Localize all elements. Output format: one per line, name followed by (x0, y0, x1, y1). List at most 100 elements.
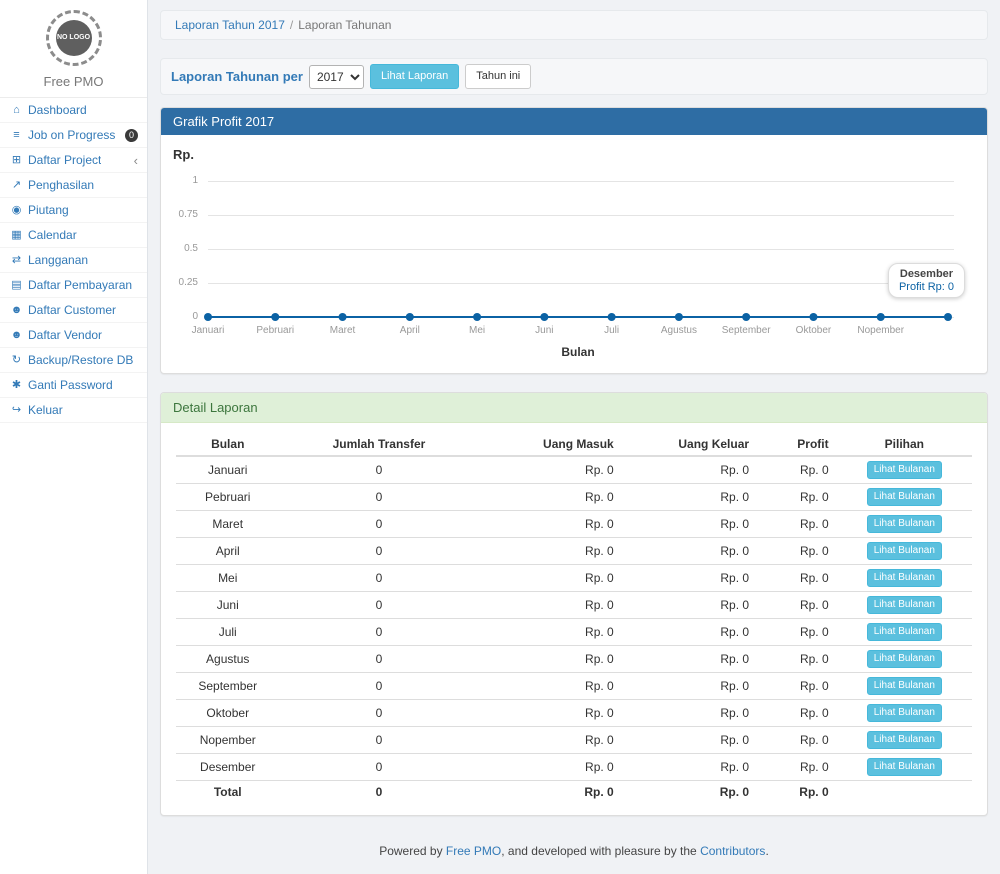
sidebar-item-label: Daftar Pembayaran (28, 277, 132, 293)
cell-bulan: September (176, 673, 279, 700)
table-row: Januari0Rp. 0Rp. 0Rp. 0Lihat Bulanan (176, 456, 972, 484)
sidebar-item-daftar-project[interactable]: ⊞Daftar Project‹ (0, 148, 147, 173)
lihat-bulanan-button[interactable]: Lihat Bulanan (867, 488, 942, 506)
lihat-bulanan-button[interactable]: Lihat Bulanan (867, 650, 942, 668)
sidebar-item-piutang[interactable]: ◉Piutang (0, 198, 147, 223)
cell-uang-masuk: Rp. 0 (478, 700, 621, 727)
tooltip-title: Desember (899, 268, 954, 280)
lihat-laporan-button[interactable]: Lihat Laporan (370, 64, 459, 89)
chevron-left-icon: ‹ (134, 154, 138, 167)
lihat-bulanan-button[interactable]: Lihat Bulanan (867, 677, 942, 695)
breadcrumb-link[interactable]: Laporan Tahun 2017 (175, 18, 285, 32)
x-axis-title: Bulan (208, 345, 948, 359)
footer-link-contributors[interactable]: Contributors (700, 844, 765, 858)
sidebar-item-daftar-vendor[interactable]: ☻Daftar Vendor (0, 323, 147, 348)
cell-uang-keluar: Rp. 0 (622, 456, 757, 484)
calendar-icon: ▦ (9, 227, 24, 243)
sidebar-item-label: Calendar (28, 227, 77, 243)
table-row: April0Rp. 0Rp. 0Rp. 0Lihat Bulanan (176, 538, 972, 565)
total-jumlah-transfer: 0 (279, 781, 478, 804)
receivable-icon: ◉ (9, 202, 24, 218)
footer-text-pre: Powered by (379, 844, 446, 858)
data-point (809, 313, 817, 321)
progress-count-badge: 0 (125, 129, 138, 142)
column-header-jumlah-transfer: Jumlah Transfer (279, 433, 478, 456)
year-select[interactable]: 2017 (309, 65, 364, 89)
y-tick-label: 0.5 (184, 243, 198, 254)
x-tick-label: Nopember (857, 325, 904, 336)
cell-action: Lihat Bulanan (837, 484, 972, 511)
cell-action: Lihat Bulanan (837, 511, 972, 538)
lihat-bulanan-button[interactable]: Lihat Bulanan (867, 758, 942, 776)
x-tick-label: Juni (535, 325, 553, 336)
cell-jumlah-transfer: 0 (279, 538, 478, 565)
x-tick-label: Pebruari (256, 325, 294, 336)
table-row: Pebruari0Rp. 0Rp. 0Rp. 0Lihat Bulanan (176, 484, 972, 511)
data-point (742, 313, 750, 321)
cell-profit: Rp. 0 (757, 700, 837, 727)
lihat-bulanan-button[interactable]: Lihat Bulanan (867, 731, 942, 749)
sidebar-item-keluar[interactable]: ↪Keluar (0, 398, 147, 423)
cell-uang-keluar: Rp. 0 (622, 646, 757, 673)
sidebar-item-label: Piutang (28, 202, 69, 218)
cell-uang-masuk: Rp. 0 (478, 619, 621, 646)
x-tick-label: September (722, 325, 771, 336)
cell-bulan: Juni (176, 592, 279, 619)
total-profit: Rp. 0 (757, 781, 837, 804)
column-header-uang-masuk: Uang Masuk (478, 433, 621, 456)
cell-action: Lihat Bulanan (837, 727, 972, 754)
cell-jumlah-transfer: 0 (279, 565, 478, 592)
lihat-bulanan-button[interactable]: Lihat Bulanan (867, 623, 942, 641)
table-row: Oktober0Rp. 0Rp. 0Rp. 0Lihat Bulanan (176, 700, 972, 727)
table-row: Juli0Rp. 0Rp. 0Rp. 0Lihat Bulanan (176, 619, 972, 646)
x-tick-label: Agustus (661, 325, 697, 336)
cell-profit: Rp. 0 (757, 456, 837, 484)
data-point (473, 313, 481, 321)
lihat-bulanan-button[interactable]: Lihat Bulanan (867, 515, 942, 533)
chart-tooltip: Desember Profit Rp: 0 (888, 263, 965, 298)
cell-jumlah-transfer: 0 (279, 754, 478, 781)
column-header-pilihan: Pilihan (837, 433, 972, 456)
logo-text: NO LOGO (56, 20, 92, 56)
column-header-uang-keluar: Uang Keluar (622, 433, 757, 456)
lihat-bulanan-button[interactable]: Lihat Bulanan (867, 596, 942, 614)
sidebar-item-job-on-progress[interactable]: ≡Job on Progress0 (0, 123, 147, 148)
sidebar-item-daftar-pembayaran[interactable]: ▤Daftar Pembayaran (0, 273, 147, 298)
cell-uang-keluar: Rp. 0 (622, 673, 757, 700)
sidebar-item-calendar[interactable]: ▦Calendar (0, 223, 147, 248)
total-uang-keluar: Rp. 0 (622, 781, 757, 804)
lihat-bulanan-button[interactable]: Lihat Bulanan (867, 569, 942, 587)
logo: NO LOGO Free PMO (0, 0, 147, 97)
sidebar-item-langganan[interactable]: ⇄Langganan (0, 248, 147, 273)
lihat-bulanan-button[interactable]: Lihat Bulanan (867, 542, 942, 560)
sidebar-item-daftar-customer[interactable]: ☻Daftar Customer (0, 298, 147, 323)
tahun-ini-button[interactable]: Tahun ini (465, 64, 531, 89)
cell-action: Lihat Bulanan (837, 619, 972, 646)
report-table: BulanJumlah TransferUang MasukUang Kelua… (176, 433, 972, 803)
y-tick-label: 0.25 (179, 277, 198, 288)
project-table-icon: ⊞ (9, 152, 24, 168)
lihat-bulanan-button[interactable]: Lihat Bulanan (867, 704, 942, 722)
cell-bulan: Januari (176, 456, 279, 484)
dashboard-icon: ⌂ (9, 102, 24, 118)
column-header-bulan: Bulan (176, 433, 279, 456)
sidebar-item-ganti-password[interactable]: ✱Ganti Password (0, 373, 147, 398)
cell-action: Lihat Bulanan (837, 646, 972, 673)
sidebar-item-penghasilan[interactable]: ↗Penghasilan (0, 173, 147, 198)
cell-jumlah-transfer: 0 (279, 646, 478, 673)
lihat-bulanan-button[interactable]: Lihat Bulanan (867, 461, 942, 479)
cell-uang-keluar: Rp. 0 (622, 619, 757, 646)
cell-uang-masuk: Rp. 0 (478, 592, 621, 619)
detail-panel-body: BulanJumlah TransferUang MasukUang Kelua… (161, 423, 987, 815)
plot-area: 10.750.50.250JanuariPebruariMaretAprilMe… (208, 181, 948, 317)
cell-jumlah-transfer: 0 (279, 511, 478, 538)
logout-icon: ↪ (9, 402, 24, 418)
sidebar-item-backup-restore-db[interactable]: ↻Backup/Restore DB (0, 348, 147, 373)
footer-link-freepmo[interactable]: Free PMO (446, 844, 501, 858)
sidebar-item-label: Daftar Vendor (28, 327, 102, 343)
cell-bulan: Maret (176, 511, 279, 538)
cell-uang-masuk: Rp. 0 (478, 484, 621, 511)
detail-panel-header: Detail Laporan (161, 393, 987, 423)
sidebar-item-dashboard[interactable]: ⌂Dashboard (0, 98, 147, 123)
vendors-icon: ☻ (9, 327, 24, 343)
